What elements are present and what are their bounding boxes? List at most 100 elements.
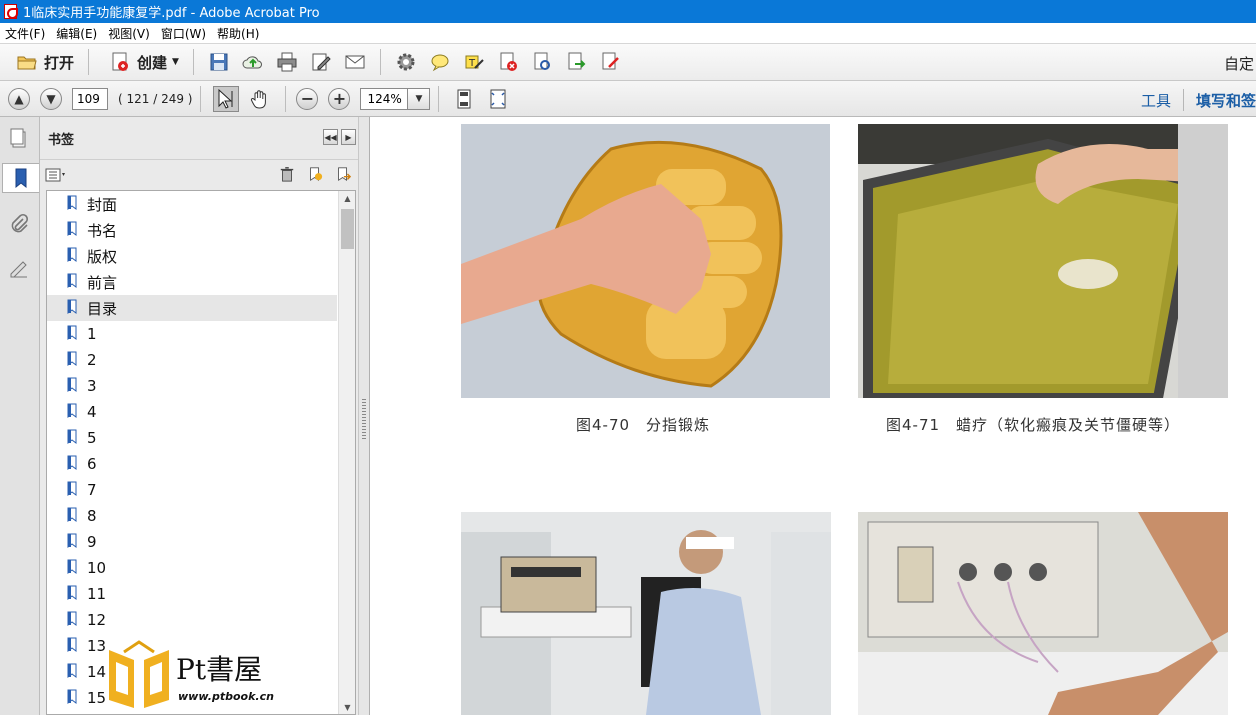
pdf-icon <box>4 4 18 19</box>
photo-finger-exercise <box>461 124 830 398</box>
panel-splitter[interactable] <box>358 117 370 715</box>
gear-icon[interactable] <box>393 49 419 75</box>
scroll-down-icon[interactable]: ▼ <box>339 700 355 714</box>
bookmark-item[interactable]: 4 <box>47 399 337 425</box>
bookmark-icon <box>67 403 77 418</box>
panel-menu-icon[interactable]: ▶ <box>341 129 356 145</box>
bookmarks-title: 书签 <box>48 132 75 148</box>
watermark-url: www.ptbook.cn <box>178 690 274 703</box>
collapse-panel-icon[interactable]: ◀◀ <box>323 129 338 145</box>
bookmark-item[interactable]: 10 <box>47 555 337 581</box>
expand-bookmark-icon[interactable] <box>334 165 352 183</box>
navigation-toolbar: ▲ ▼ 109 ( 121 / 249 ) − + 124% ▼ 工具 填写和签 <box>0 81 1256 117</box>
bookmark-icon <box>67 429 77 444</box>
bookmarks-toolbar <box>40 160 358 190</box>
bookmark-actions <box>268 165 352 183</box>
options-menu-icon[interactable] <box>45 167 67 183</box>
document-view[interactable]: 图4-70 分指锻炼 图4-71 蜡疗（软化瘢痕及关节僵硬等） <box>370 117 1256 715</box>
splitter-grip[interactable] <box>362 399 366 439</box>
bookmark-item[interactable]: 前言 <box>47 269 337 295</box>
watermark-logo: Pt書屋 www.ptbook.cn <box>104 640 304 712</box>
toolbar-separator <box>438 85 440 112</box>
photo-patient-device <box>461 512 831 715</box>
bookmark-item[interactable]: 5 <box>47 425 337 451</box>
bookmarks-header: 书签 ◀◀ ▶ <box>40 117 358 160</box>
bookmark-label: 版权 <box>87 247 118 266</box>
title-bar: 1临床实用手功能康复学.pdf - Adobe Acrobat Pro <box>0 0 1256 23</box>
tools-tab[interactable]: 工具 <box>1141 90 1171 111</box>
select-cursor-icon[interactable] <box>213 85 240 112</box>
scroll-thumb[interactable] <box>341 209 354 249</box>
previous-page-icon[interactable]: ▲ <box>8 87 30 110</box>
highlight-icon[interactable]: T <box>461 49 487 75</box>
bookmark-item[interactable]: 版权 <box>47 243 337 269</box>
scroll-up-icon[interactable]: ▲ <box>339 191 355 207</box>
bookmarks-panel: 书签 ◀◀ ▶ 封面 书名 版权 前言 目录 1 2 3 4 5 6 7 8 9 10 11 12 13 14 15 … <box>40 117 358 715</box>
fit-page-icon[interactable] <box>451 86 477 112</box>
zoom-dropdown-icon[interactable]: ▼ <box>408 87 431 110</box>
sign-document-icon[interactable] <box>597 49 623 75</box>
bookmark-item[interactable]: 目录 <box>47 295 337 321</box>
bookmark-scrollbar[interactable]: ▲ ▼ <box>338 191 355 714</box>
signatures-icon[interactable] <box>5 253 33 283</box>
fill-sign-tab[interactable]: 填写和签 <box>1196 90 1256 111</box>
menu-help[interactable]: 帮助(H) <box>212 25 265 42</box>
toolbar-separator <box>192 49 194 75</box>
bookmark-item[interactable]: 11 <box>47 581 337 607</box>
bookmark-label: 7 <box>87 481 97 499</box>
watermark-brand: Pt書屋 <box>176 653 263 686</box>
photo-wax-therapy <box>858 124 1228 398</box>
zoom-input[interactable]: 124% <box>360 87 409 110</box>
save-icon[interactable] <box>206 49 232 75</box>
menu-window[interactable]: 窗口(W) <box>156 25 212 42</box>
create-button[interactable]: 创建 ▼ <box>97 47 185 77</box>
bookmark-item[interactable]: 书名 <box>47 217 337 243</box>
bookmark-icon <box>67 377 77 392</box>
security-icon[interactable] <box>529 49 555 75</box>
bookmark-label: 6 <box>87 455 97 473</box>
next-page-icon[interactable]: ▼ <box>40 87 62 110</box>
bookmark-icon <box>67 533 77 548</box>
customize-button[interactable]: 自定 <box>1224 53 1254 74</box>
page-number-input[interactable]: 109 <box>72 87 108 110</box>
bookmarks-icon[interactable] <box>2 163 39 193</box>
delete-pdf-icon[interactable] <box>495 49 521 75</box>
menu-edit[interactable]: 编辑(E) <box>51 25 103 42</box>
comment-icon[interactable] <box>427 49 453 75</box>
bookmark-item[interactable]: 封面 <box>47 191 337 217</box>
page-count: ( 121 / 249 ) <box>118 91 193 106</box>
bookmark-item[interactable]: 8 <box>47 503 337 529</box>
bookmark-icon <box>67 325 77 340</box>
bookmark-label: 4 <box>87 403 97 421</box>
attachments-icon[interactable] <box>5 209 33 239</box>
fit-width-icon[interactable] <box>485 86 511 112</box>
bookmark-icon <box>67 585 77 600</box>
edit-document-icon[interactable] <box>308 49 334 75</box>
menu-file[interactable]: 文件(F) <box>0 25 51 42</box>
bookmark-item[interactable]: 2 <box>47 347 337 373</box>
cloud-upload-icon[interactable] <box>240 49 266 75</box>
zoom-out-icon[interactable]: − <box>296 87 319 110</box>
hand-tool-icon[interactable] <box>247 86 273 112</box>
bookmark-item[interactable]: 7 <box>47 477 337 503</box>
email-icon[interactable] <box>342 49 368 75</box>
bookmark-list: 封面 书名 版权 前言 目录 1 2 3 4 5 6 7 8 9 10 11 12 13 14 15 ▲ ▼ <box>46 190 356 715</box>
bookmark-item[interactable]: 1 <box>47 321 337 347</box>
toolbar-separator <box>200 85 202 112</box>
bookmark-item[interactable]: 6 <box>47 451 337 477</box>
toolbar-separator <box>285 85 287 112</box>
print-icon[interactable] <box>274 49 300 75</box>
create-pdf-icon <box>107 49 133 75</box>
book-logo-icon <box>109 640 169 708</box>
page-thumbnails-icon[interactable] <box>5 123 33 153</box>
zoom-in-icon[interactable]: + <box>328 87 351 110</box>
bookmark-item[interactable]: 3 <box>47 373 337 399</box>
delete-bookmark-icon[interactable] <box>278 165 296 183</box>
export-icon[interactable] <box>563 49 589 75</box>
bookmark-item[interactable]: 9 <box>47 529 337 555</box>
menu-view[interactable]: 视图(V) <box>103 25 156 42</box>
open-button[interactable]: 打开 <box>4 47 80 77</box>
new-bookmark-icon[interactable] <box>306 165 324 183</box>
bookmark-label: 目录 <box>87 299 118 318</box>
bookmark-item[interactable]: 12 <box>47 607 337 633</box>
